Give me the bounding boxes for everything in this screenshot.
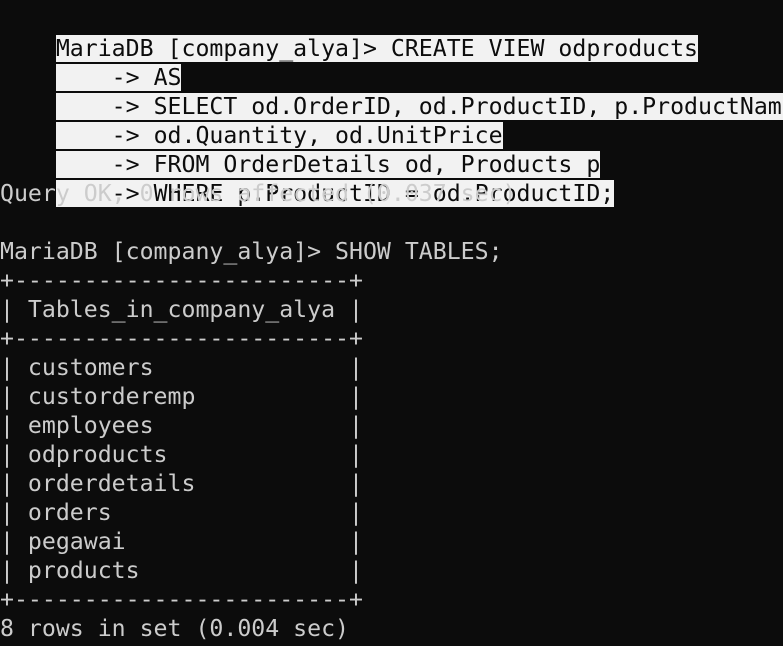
terminal-line-select: -> SELECT od.OrderID, od.ProductID, p.Pr… (0, 63, 783, 120)
rows-in-set-status: 8 rows in set (0.004 sec) (0, 615, 350, 642)
table-row: | products | (0, 557, 363, 584)
query-result-status: Query OK, 0 rows affected (0.037 sec) (0, 180, 517, 207)
table-row: | employees | (0, 412, 363, 439)
table-row: | orders | (0, 499, 363, 526)
table-header: | Tables_in_company_alya | (0, 296, 363, 323)
terminal-line-as: -> AS (0, 34, 182, 91)
table-row: | odproducts | (0, 441, 363, 468)
table-border-header: +------------------------+ (0, 325, 363, 352)
table-border-top: +------------------------+ (0, 267, 363, 294)
terminal-line-from: -> FROM OrderDetails od, Products p (0, 121, 601, 178)
table-row: | pegawai | (0, 528, 363, 555)
table-border-bottom: +------------------------+ (0, 586, 363, 613)
terminal-line-where: -> WHERE p.ProductID = od.ProductID; (0, 150, 615, 207)
table-row: | customers | (0, 354, 363, 381)
terminal-line-columns: -> od.Quantity, od.UnitPrice (0, 92, 503, 149)
terminal-window[interactable]: MariaDB [company_alya]> CREATE VIEW odpr… (0, 0, 783, 646)
terminal-line-create-view: MariaDB [company_alya]> CREATE VIEW odpr… (0, 5, 699, 62)
table-row: | custorderemp | (0, 383, 363, 410)
table-row: | orderdetails | (0, 470, 363, 497)
terminal-line-show-tables: MariaDB [company_alya]> SHOW TABLES; (0, 238, 503, 265)
